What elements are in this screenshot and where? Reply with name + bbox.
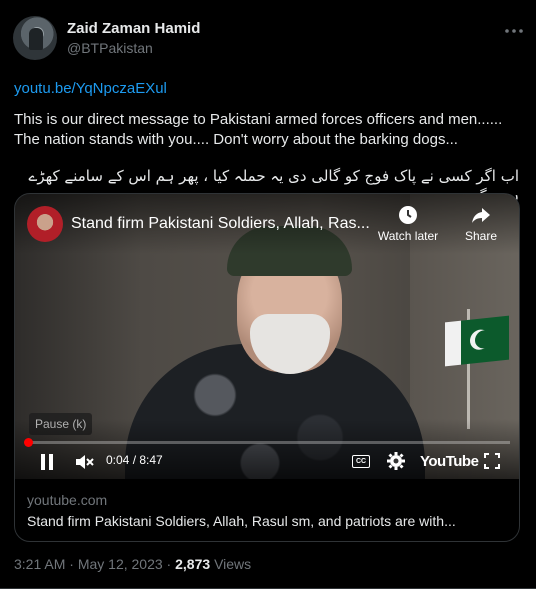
author-avatar[interactable] xyxy=(13,16,57,60)
share-label: Share xyxy=(464,229,498,243)
watch-later-label: Watch later xyxy=(377,229,439,243)
scrubber-handle[interactable] xyxy=(24,438,33,447)
more-options-icon[interactable] xyxy=(503,20,525,42)
video-player[interactable]: Stand firm Pakistani Soldiers, Allah, Ra… xyxy=(15,194,519,479)
share-button[interactable]: Share xyxy=(459,204,503,243)
card-domain: youtube.com xyxy=(27,492,108,508)
tweet-text-line-2: The nation stands with you.... Don't wor… xyxy=(14,131,458,148)
tweet-date[interactable]: May 12, 2023 xyxy=(78,556,163,572)
author-name[interactable]: Zaid Zaman Hamid xyxy=(67,20,200,37)
channel-avatar[interactable] xyxy=(27,206,63,242)
views-label: Views xyxy=(214,556,252,572)
card-footer[interactable]: youtube.com Stand firm Pakistani Soldier… xyxy=(15,479,519,541)
pakistan-flag xyxy=(445,315,509,367)
clock-icon xyxy=(399,206,417,224)
captions-button[interactable]: CC xyxy=(352,455,370,468)
fullscreen-button[interactable] xyxy=(484,453,500,474)
author-handle[interactable]: @BTPakistan xyxy=(67,40,153,56)
tweet-meta: 3:21 AM · May 12, 2023 · 2,873 Views xyxy=(14,556,252,572)
fullscreen-icon xyxy=(484,453,500,469)
tweet-time[interactable]: 3:21 AM xyxy=(14,556,65,572)
mute-button[interactable] xyxy=(73,451,95,478)
video-card[interactable]: Stand firm Pakistani Soldiers, Allah, Ra… xyxy=(14,193,520,542)
views-count: 2,873 xyxy=(175,556,211,572)
youtube-logo[interactable]: YouTube xyxy=(420,453,479,470)
tweet-link[interactable]: youtu.be/YqNpczaEXul xyxy=(14,80,167,97)
tweet-text: This is our direct message to Pakistani … xyxy=(14,110,526,150)
share-icon xyxy=(472,208,490,223)
tweet-text-line-1: This is our direct message to Pakistani … xyxy=(14,111,503,128)
pause-button[interactable] xyxy=(39,453,55,476)
muted-speaker-icon xyxy=(76,455,94,469)
settings-button[interactable] xyxy=(387,452,405,475)
watch-later-button[interactable]: Watch later xyxy=(375,204,441,243)
gear-icon xyxy=(387,452,405,470)
video-title[interactable]: Stand firm Pakistani Soldiers, Allah, Ra… xyxy=(71,215,370,233)
video-time: 0:04 / 8:47 xyxy=(106,453,163,467)
pause-icon xyxy=(41,454,53,470)
card-title[interactable]: Stand firm Pakistani Soldiers, Allah, Ra… xyxy=(27,513,456,529)
progress-bar[interactable] xyxy=(28,441,510,444)
